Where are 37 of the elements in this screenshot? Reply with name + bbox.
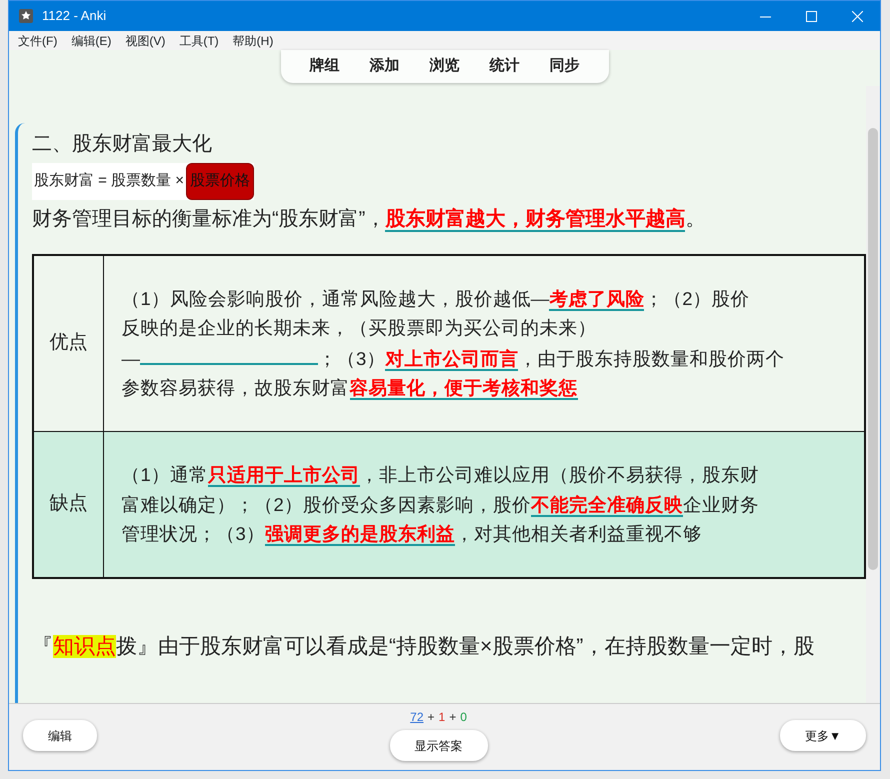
cell-text: （1）通常只适用于上市公司，非上市公司难以应用（股价不易获得，股东财 (122, 463, 759, 490)
toolbar-link[interactable]: 统计 (474, 55, 534, 78)
formula-tag: 股票价格 (186, 163, 254, 200)
count-number: 1 (438, 709, 446, 726)
toolbar-link[interactable]: 同步 (534, 55, 594, 78)
plus-sign: + (428, 709, 435, 726)
count-link[interactable]: 72 (410, 708, 424, 726)
menu-item[interactable]: 工具(T) (179, 32, 219, 50)
toolbar-link[interactable]: 浏览 (414, 55, 474, 78)
cell-text: 管理状况；（3）强调更多的是股东利益，对其他相关者利益重视不够 (122, 522, 702, 548)
menu-item[interactable]: 文件(F) (18, 32, 58, 50)
app-icon (18, 8, 34, 24)
close-icon (852, 10, 862, 22)
formula-text: 股东财富 = 股票数量 × (34, 171, 184, 191)
toolbar-link[interactable]: 添加 (354, 55, 414, 78)
cell-text: 富难以确定）；（2）股价受众多因素影响，股价不能完全准确反映企业财务 (122, 492, 759, 519)
cell-text: ；（3）对上市公司而言，由于股东持股数量和股价两个 (318, 346, 784, 373)
show-answer-button[interactable]: 显示答案 (390, 730, 488, 761)
menu-item[interactable]: 视图(V) (125, 32, 166, 50)
toolbar-link[interactable]: 牌组 (294, 55, 354, 78)
more-button[interactable]: 更多▼ (780, 720, 866, 751)
menu-item[interactable]: 编辑(E) (71, 32, 112, 50)
plus-sign: + (449, 709, 456, 726)
tip-text: 『知识点拨』由于股东财富可以看成是“持股数量×股票价格”，在持股数量一定时，股 (32, 634, 816, 660)
count-number: 0 (460, 709, 467, 726)
cell-text: 参数容易获得，故股东财富容易量化，便于考核和奖惩 (122, 376, 578, 402)
scrollbar[interactable] (866, 86, 880, 703)
maximize-icon (806, 10, 816, 22)
window-title: 1122 - Anki (42, 7, 106, 26)
menu-item[interactable]: 帮助(H) (232, 32, 274, 50)
cell-text: （1）风险会影响股价，通常风险越大，股价越低—考虑了风险；（2）股价 (122, 286, 750, 312)
statement-text: 财务管理目标的衡量标准为“股东财富”，股东财富越大，财务管理水平越高。 (32, 206, 706, 234)
card-heading: 二、股东财富最大化 (32, 132, 213, 157)
edit-button[interactable]: 编辑 (23, 720, 97, 751)
scrollbar-thumb[interactable] (868, 128, 878, 570)
cell-text: 反映的是企业的长期未来，（买股票即为买公司的未来） (122, 316, 596, 340)
cell-text: — (122, 346, 140, 371)
